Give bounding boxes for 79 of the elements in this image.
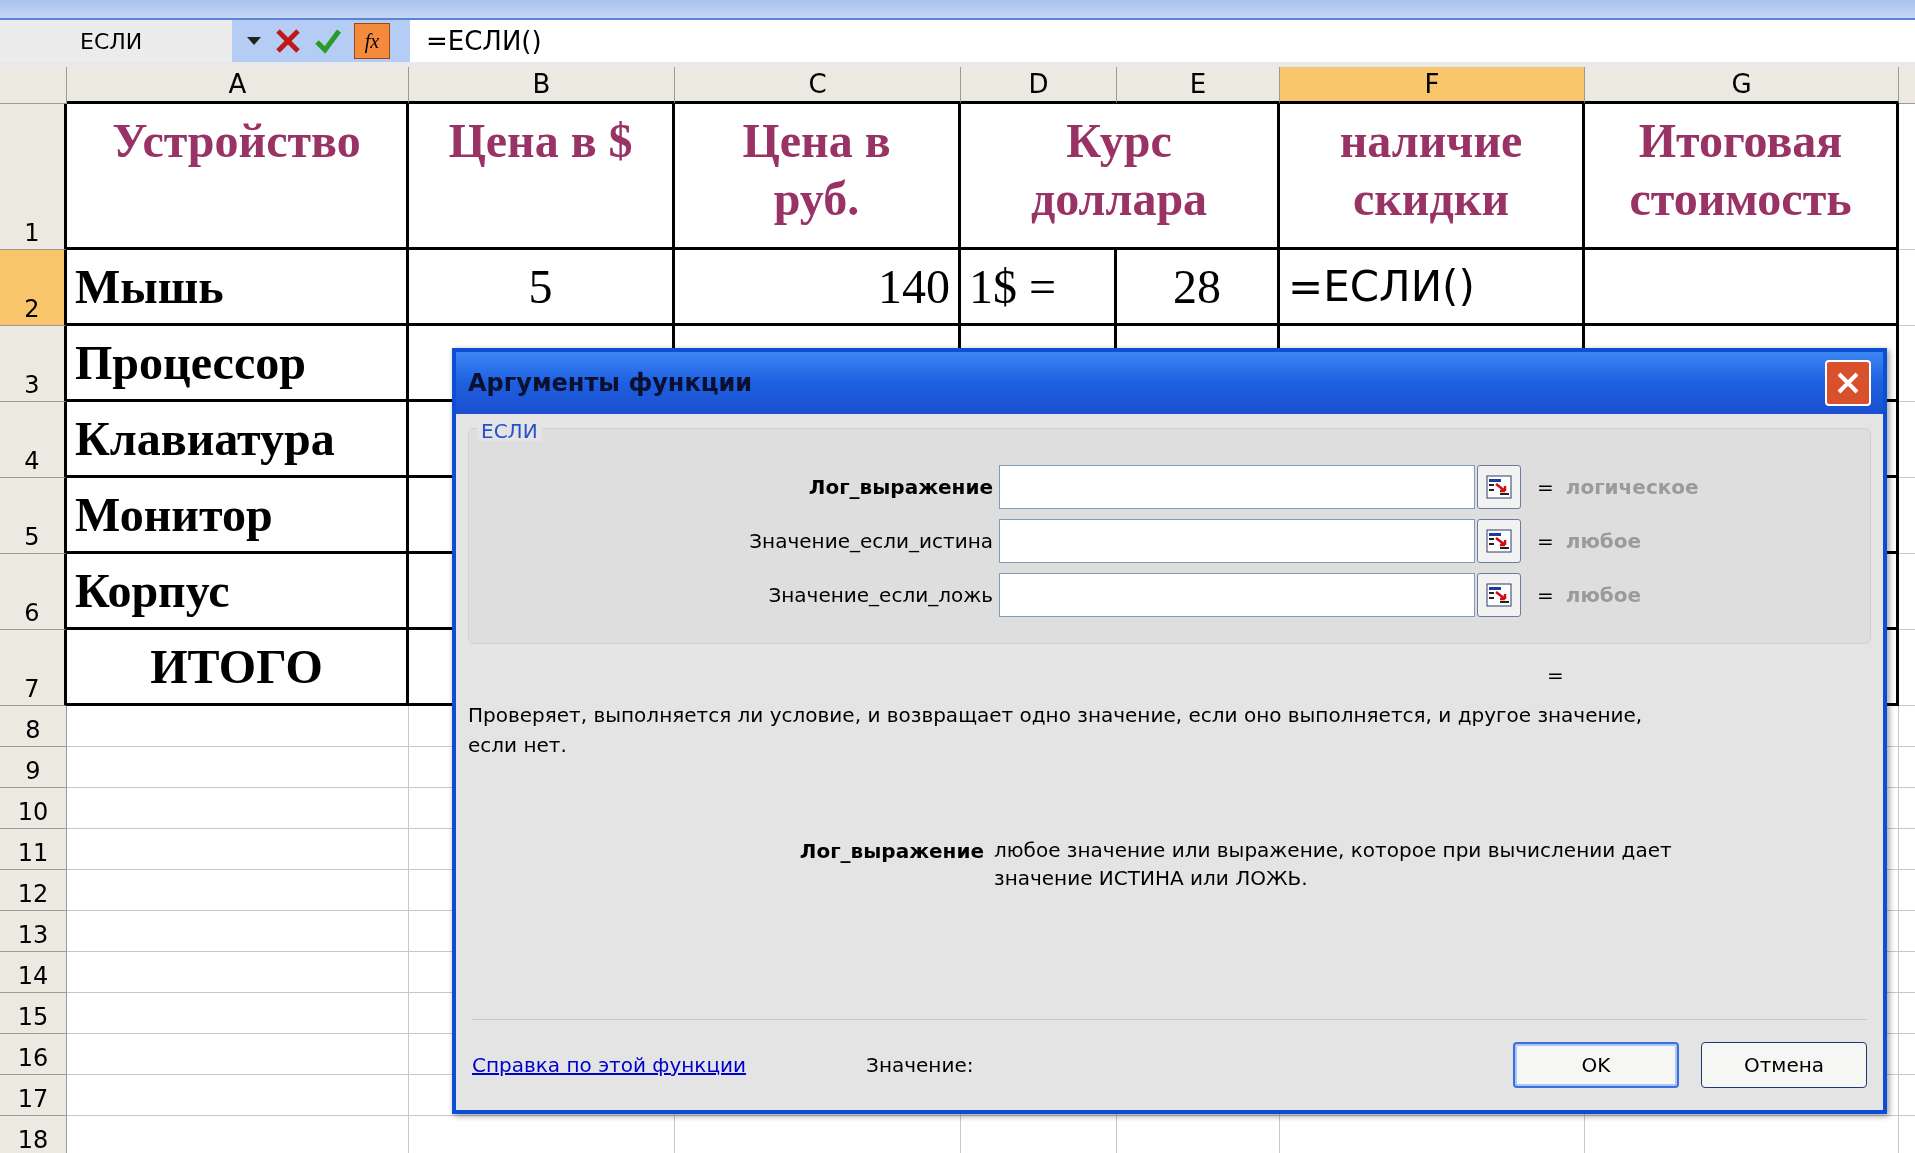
argument-field[interactable] xyxy=(999,519,1475,563)
table-cell: 5 xyxy=(409,250,675,326)
value-label: Значение: xyxy=(866,1052,974,1079)
argument-field[interactable] xyxy=(999,465,1475,509)
range-select-icon xyxy=(1486,583,1512,607)
table-cell: Цена в $ xyxy=(409,104,675,250)
argument-help-text: любое значение или выражение, которое при вычислении дает значение ИСТИНА или ЛОЖЬ. xyxy=(994,837,1673,892)
row-header[interactable]: 13 xyxy=(0,911,67,952)
row-header[interactable]: 10 xyxy=(0,788,67,829)
row-header[interactable]: 17 xyxy=(0,1075,67,1116)
group-label: ЕСЛИ xyxy=(477,421,542,441)
row-header[interactable]: 18 xyxy=(0,1116,67,1153)
row-header[interactable]: 11 xyxy=(0,829,67,870)
argument-type-hint: любое xyxy=(1565,582,1642,609)
column-header[interactable] xyxy=(1899,67,1915,104)
row-header[interactable]: 9 xyxy=(0,747,67,788)
check-icon[interactable] xyxy=(314,27,342,55)
table-cell: =ЕСЛИ() xyxy=(1280,250,1585,326)
table-cell: Итоговая стоимость xyxy=(1585,104,1899,250)
equals-sign: = xyxy=(1537,582,1554,609)
formula-field[interactable]: =ЕСЛИ() xyxy=(410,20,1915,62)
table-cell: Монитор xyxy=(67,478,409,554)
table-cell: наличие скидки xyxy=(1280,104,1585,250)
range-select-button[interactable] xyxy=(1477,519,1521,563)
row-header[interactable]: 15 xyxy=(0,993,67,1034)
close-button[interactable] xyxy=(1825,360,1871,406)
table-cell: Процессор xyxy=(67,326,409,402)
table-cell: Курс доллара xyxy=(961,104,1280,250)
range-select-button[interactable] xyxy=(1477,573,1521,617)
table-cell: Устройство xyxy=(67,104,409,250)
row-header[interactable]: 16 xyxy=(0,1034,67,1075)
argument-help-name: Лог_выражение xyxy=(798,838,985,865)
range-select-icon xyxy=(1486,529,1512,553)
column-header[interactable]: A xyxy=(67,67,409,104)
select-all-corner[interactable] xyxy=(0,67,67,104)
table-cell: Корпус xyxy=(67,554,409,630)
insert-function-button[interactable]: fx xyxy=(354,23,390,59)
dialog-button[interactable]: Отмена xyxy=(1701,1042,1867,1088)
row-header[interactable]: 5 xyxy=(0,478,67,554)
table-cell: Мышь xyxy=(67,250,409,326)
row-header[interactable]: 8 xyxy=(0,706,67,747)
table-cell: Клавиатура xyxy=(67,402,409,478)
dialog-title: Аргументы функции xyxy=(468,368,753,399)
column-header[interactable]: D xyxy=(961,67,1117,104)
equals-sign: = xyxy=(1537,474,1554,501)
column-header[interactable]: C xyxy=(675,67,961,104)
result-equals-sign: = xyxy=(1547,662,1564,689)
column-header[interactable]: B xyxy=(409,67,675,104)
range-select-button[interactable] xyxy=(1477,465,1521,509)
row-header[interactable]: 12 xyxy=(0,870,67,911)
argument-label: Лог_выражение xyxy=(807,474,994,501)
row-header[interactable]: 14 xyxy=(0,952,67,993)
argument-type-hint: любое xyxy=(1565,528,1642,555)
row-header[interactable]: 7 xyxy=(0,630,67,706)
help-link[interactable]: Справка по этой функции xyxy=(472,1050,747,1080)
range-select-icon xyxy=(1486,475,1512,499)
row-header[interactable]: 6 xyxy=(0,554,67,630)
column-header[interactable]: G xyxy=(1585,67,1899,104)
column-header[interactable]: F xyxy=(1280,67,1585,104)
dropdown-caret-icon[interactable] xyxy=(246,36,262,46)
equals-sign: = xyxy=(1537,528,1554,555)
table-cell: 1$ = xyxy=(961,250,1117,326)
cancel-icon[interactable] xyxy=(274,27,302,55)
table-cell: 28 xyxy=(1117,250,1280,326)
row-header[interactable]: 1 xyxy=(0,104,67,250)
argument-label: Значение_если_истина xyxy=(748,528,994,555)
column-header[interactable]: E xyxy=(1117,67,1280,104)
argument-type-hint: логическое xyxy=(1565,474,1699,501)
row-header[interactable]: 4 xyxy=(0,402,67,478)
row-header[interactable]: 3 xyxy=(0,326,67,402)
dialog-button[interactable]: OK xyxy=(1513,1042,1679,1088)
close-icon xyxy=(1835,370,1861,396)
table-cell: ИТОГО xyxy=(67,630,409,706)
argument-label: Значение_если_ложь xyxy=(767,582,994,609)
table-cell: Цена в руб. xyxy=(675,104,961,250)
argument-field[interactable] xyxy=(999,573,1475,617)
table-cell: 140 xyxy=(675,250,961,326)
function-description: Проверяет, выполняется ли условие, и возвращает одно значение, если оно выполняется, и другое значение, если нет. xyxy=(467,702,1644,759)
row-header[interactable]: 2 xyxy=(0,250,67,326)
